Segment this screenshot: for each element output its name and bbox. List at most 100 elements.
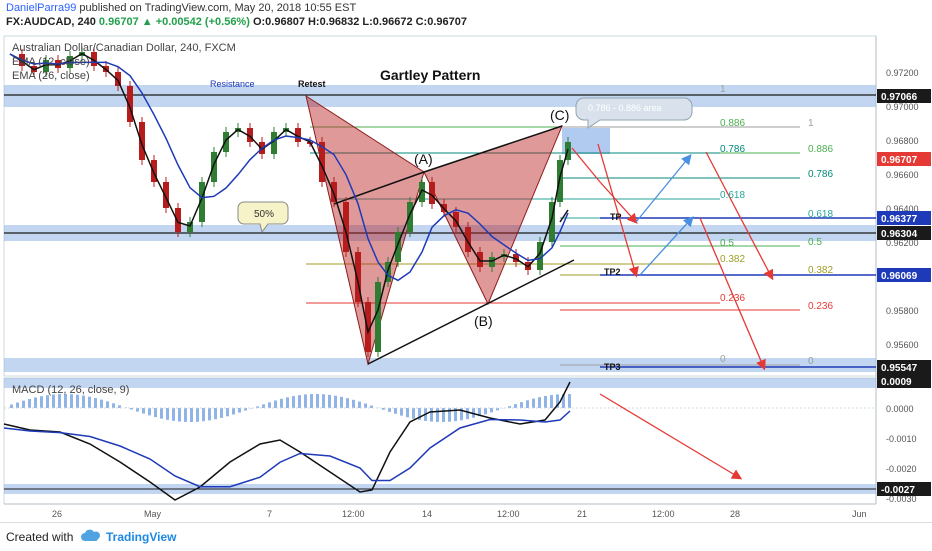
macd-bar bbox=[28, 399, 31, 408]
macd-bar bbox=[466, 408, 469, 419]
macd-bar bbox=[178, 408, 181, 422]
macd-bar bbox=[388, 408, 391, 412]
point-c-label: (C) bbox=[550, 107, 569, 123]
fib-label-left: 0.382 bbox=[720, 254, 745, 265]
macd-bar bbox=[442, 408, 445, 422]
time-tick: Jun bbox=[852, 509, 867, 519]
ohlc-values: O:0.96807 H:0.96832 L:0.96672 C:0.96707 bbox=[253, 16, 467, 28]
fifty-label: 50% bbox=[254, 209, 274, 220]
macd-bar bbox=[10, 405, 13, 408]
retest-label: Retest bbox=[298, 79, 326, 89]
macd-bar bbox=[52, 395, 55, 408]
macd-bar bbox=[226, 408, 229, 416]
macd-bar bbox=[208, 408, 211, 420]
macd-bar bbox=[262, 404, 265, 408]
tp2-label: TP2 bbox=[604, 267, 621, 277]
macd-bar bbox=[484, 408, 487, 414]
macd-bar bbox=[286, 397, 289, 408]
price-tag: 0.96377 bbox=[877, 211, 931, 225]
point-a-label: (A) bbox=[414, 151, 433, 167]
macd-bar bbox=[16, 403, 19, 408]
svg-text:-0.0027: -0.0027 bbox=[881, 485, 915, 496]
tradingview-cloud-icon bbox=[80, 529, 102, 548]
price-tick: 0.95800 bbox=[886, 306, 919, 316]
macd-bar bbox=[394, 408, 397, 414]
ema-fast-legend[interactable]: EMA (12, close) bbox=[12, 56, 90, 68]
macd-bar bbox=[406, 408, 409, 417]
tradingview-brand-link[interactable]: TradingView bbox=[106, 530, 176, 544]
price-tag: 0.96069 bbox=[877, 268, 931, 282]
ema-slow-legend[interactable]: EMA (26, close) bbox=[12, 70, 90, 82]
macd-bar bbox=[220, 408, 223, 418]
resistance-zone bbox=[4, 85, 876, 107]
candle-body bbox=[419, 182, 425, 202]
tp3-label: TP3 bbox=[604, 362, 621, 372]
price-tick: 0.96600 bbox=[886, 170, 919, 180]
macd-bar bbox=[196, 408, 199, 422]
chart-area[interactable]: Gartley Pattern Resistance Retest (A) (B… bbox=[0, 32, 932, 522]
macd-bar bbox=[544, 396, 547, 408]
macd-bar bbox=[358, 402, 361, 408]
fib-label-right: 0 bbox=[808, 356, 814, 367]
macd-bar bbox=[298, 395, 301, 408]
macd-bar bbox=[136, 408, 139, 412]
macd-bar bbox=[292, 396, 295, 408]
macd-bar bbox=[322, 394, 325, 408]
candle-body bbox=[175, 208, 181, 232]
macd-bar bbox=[184, 408, 187, 422]
macd-bar bbox=[538, 397, 541, 408]
macd-bar bbox=[268, 402, 271, 408]
fib-label-left: 0.786 bbox=[720, 144, 745, 155]
instrument-legend: Australian Dollar/Canadian Dollar, 240, … bbox=[12, 42, 236, 54]
svg-text:0.95547: 0.95547 bbox=[881, 363, 918, 374]
macd-bar bbox=[436, 408, 439, 422]
published-text: published on TradingView.com, May 20, 20… bbox=[79, 2, 356, 14]
fib-label-right: 0.886 bbox=[808, 144, 833, 155]
macd-bar bbox=[514, 404, 517, 408]
price-tag: 0.95547 bbox=[877, 360, 931, 374]
macd-bar bbox=[112, 403, 115, 408]
time-tick: May bbox=[144, 509, 162, 519]
svg-text:0.96069: 0.96069 bbox=[881, 271, 918, 282]
macd-bar bbox=[214, 408, 217, 419]
macd-bar bbox=[202, 408, 205, 421]
macd-bar bbox=[364, 404, 367, 408]
macd-bar bbox=[310, 394, 313, 408]
macd-bar bbox=[82, 396, 85, 408]
candle-body bbox=[139, 122, 145, 160]
macd-bar bbox=[550, 395, 553, 408]
svg-text:0.96707: 0.96707 bbox=[881, 155, 918, 166]
macd-bar bbox=[100, 400, 103, 408]
macd-bar bbox=[172, 408, 175, 421]
macd-bar bbox=[106, 401, 109, 408]
macd-bar bbox=[160, 408, 163, 419]
publish-line: DanielParra99 published on TradingView.c… bbox=[6, 2, 356, 14]
macd-tick: 0.0000 bbox=[886, 404, 914, 414]
price-tag: 0.97066 bbox=[877, 89, 931, 103]
macd-legend[interactable]: MACD (12, 26, close, 9) bbox=[12, 384, 129, 396]
price-tick: 0.97200 bbox=[886, 68, 919, 78]
time-tick: 14 bbox=[422, 509, 432, 519]
fib-label-right: 1 bbox=[808, 118, 814, 129]
time-tick: 12:00 bbox=[652, 509, 675, 519]
macd-tick: -0.0010 bbox=[886, 434, 917, 444]
svg-text:0.0009: 0.0009 bbox=[881, 377, 912, 388]
macd-top-zone bbox=[4, 378, 876, 388]
time-axis-ticks[interactable]: 26May712:001412:002112:0028Jun bbox=[52, 509, 867, 519]
author-link[interactable]: DanielParra99 bbox=[6, 2, 76, 14]
macd-bar bbox=[154, 408, 157, 417]
svg-text:0.96377: 0.96377 bbox=[881, 214, 918, 225]
candle-body bbox=[223, 132, 229, 152]
chart-canvas[interactable]: Gartley Pattern Resistance Retest (A) (B… bbox=[0, 32, 932, 522]
macd-bar bbox=[70, 394, 73, 408]
macd-bar bbox=[238, 408, 241, 413]
macd-tag: 0.0009 bbox=[877, 374, 931, 388]
macd-bar bbox=[328, 395, 331, 408]
macd-bar bbox=[142, 408, 145, 414]
macd-bar bbox=[46, 395, 49, 408]
fib-label-right: 0.618 bbox=[808, 209, 833, 220]
fib-label-left: 0.618 bbox=[720, 190, 745, 201]
price-axis-ticks: 0.972000.970000.968000.966000.964000.962… bbox=[886, 68, 919, 350]
macd-bar bbox=[58, 394, 61, 408]
macd-bar bbox=[166, 408, 169, 420]
